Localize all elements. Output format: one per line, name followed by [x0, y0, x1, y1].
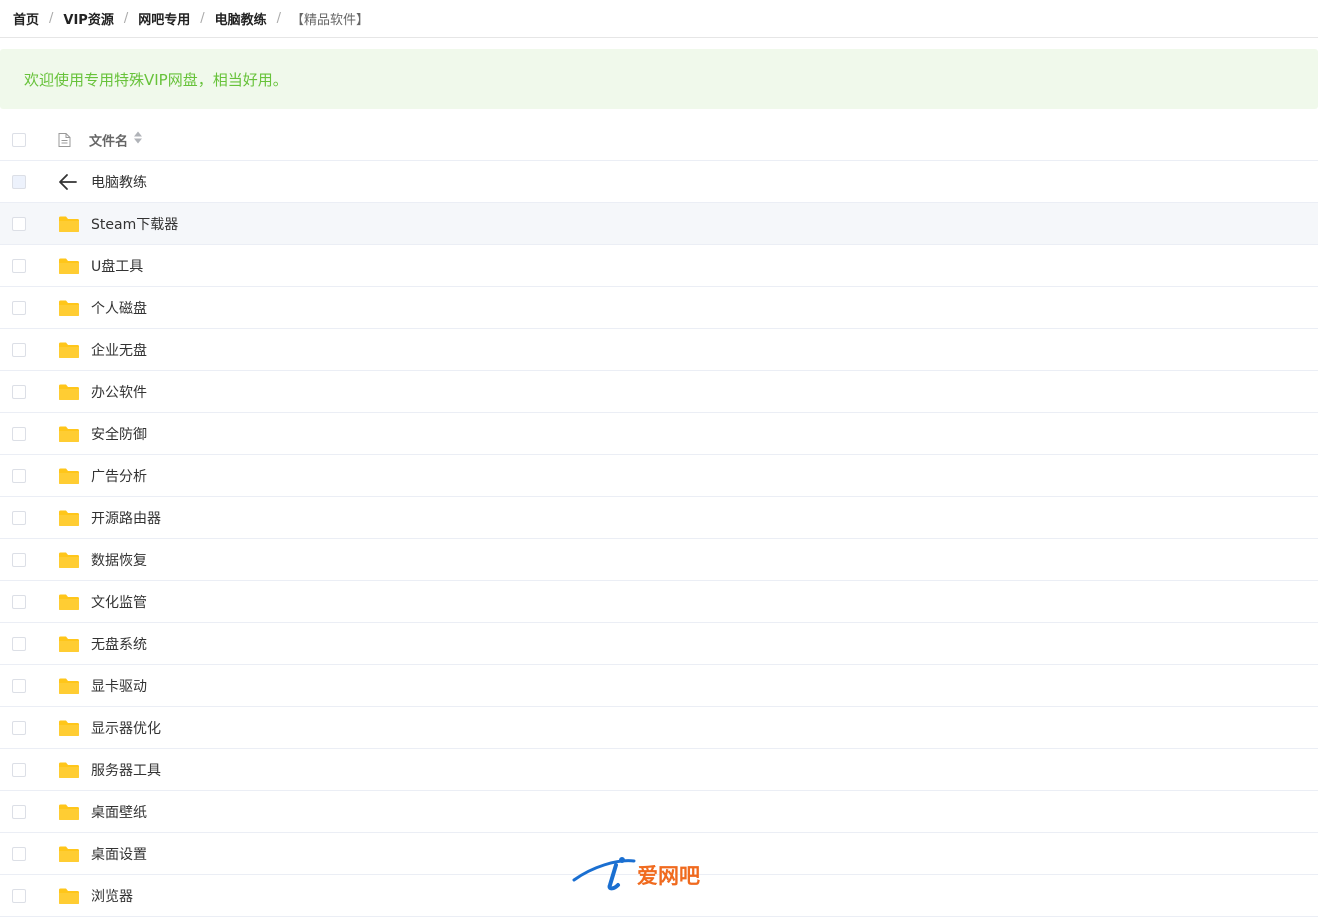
breadcrumb-separator: /: [200, 11, 205, 26]
folder-icon: [58, 509, 80, 527]
row-checkbox: [12, 174, 26, 189]
breadcrumb-separator: /: [49, 11, 54, 26]
folder-row[interactable]: 办公软件: [0, 371, 1318, 413]
folder-row[interactable]: 桌面壁纸: [0, 791, 1318, 833]
folder-name[interactable]: 桌面壁纸: [91, 802, 147, 822]
sort-icon[interactable]: [133, 131, 143, 149]
folder-icon: [58, 887, 80, 905]
folder-row[interactable]: 服务器工具: [0, 749, 1318, 791]
folder-name[interactable]: 办公软件: [91, 382, 147, 402]
folder-name[interactable]: 开源路由器: [91, 508, 161, 528]
row-checkbox[interactable]: [12, 426, 26, 441]
row-checkbox[interactable]: [12, 594, 26, 609]
arrow-left-icon[interactable]: [58, 173, 78, 191]
folder-row[interactable]: Steam下载器: [0, 203, 1318, 245]
folder-name[interactable]: 文化监管: [91, 592, 147, 612]
folder-row[interactable]: 开源路由器: [0, 497, 1318, 539]
folder-icon: [58, 299, 80, 317]
folder-row[interactable]: 显示器优化: [0, 707, 1318, 749]
folder-row[interactable]: 个人磁盘: [0, 287, 1318, 329]
folder-row[interactable]: 安全防御: [0, 413, 1318, 455]
back-row-label: 电脑教练: [91, 174, 147, 191]
row-checkbox[interactable]: [12, 846, 26, 861]
breadcrumb-separator: /: [123, 11, 129, 26]
folder-row[interactable]: U盘工具: [0, 245, 1318, 287]
row-checkbox[interactable]: [12, 510, 26, 525]
file-table: 文件名 电脑教练 Steam下载器 U盘工具个人磁盘企业无盘办公软件安全防御广告分…: [0, 119, 1318, 917]
filename-column-header[interactable]: 文件名: [89, 130, 143, 149]
folder-icon: [58, 551, 80, 569]
folder-icon: [58, 593, 80, 611]
welcome-alert: 欢迎使用专用特殊VIP网盘，相当好用。: [0, 49, 1318, 109]
breadcrumb-home[interactable]: 首页: [13, 9, 39, 28]
breadcrumb: 首页 / VIP资源 / 网吧专用 / 电脑教练 / 【精品软件】: [0, 0, 1318, 38]
folder-name[interactable]: 广告分析: [91, 466, 147, 486]
row-checkbox[interactable]: [12, 258, 26, 273]
row-checkbox[interactable]: [12, 888, 26, 903]
folder-name[interactable]: U盘工具: [91, 256, 143, 276]
breadcrumb-netcafe[interactable]: 网吧专用: [138, 9, 190, 28]
folder-name[interactable]: 显卡驱动: [91, 676, 147, 696]
row-checkbox[interactable]: [12, 762, 26, 777]
folder-row[interactable]: 企业无盘: [0, 329, 1318, 371]
folder-name[interactable]: Steam下载器: [91, 214, 178, 234]
row-checkbox[interactable]: [12, 342, 26, 357]
watermark-logo: 爱网吧: [572, 853, 752, 893]
folder-name[interactable]: 浏览器: [91, 886, 133, 906]
breadcrumb-vip[interactable]: VIP资源: [63, 9, 113, 28]
row-checkbox[interactable]: [12, 300, 26, 315]
folder-icon: [58, 677, 80, 695]
folder-icon: [58, 467, 80, 485]
folder-row[interactable]: 广告分析: [0, 455, 1318, 497]
filename-header-label: 文件名: [89, 134, 129, 149]
row-checkbox[interactable]: [12, 216, 26, 231]
folder-icon: [58, 761, 80, 779]
folder-name[interactable]: 个人磁盘: [91, 298, 147, 318]
folder-name[interactable]: 显示器优化: [91, 718, 161, 738]
row-checkbox[interactable]: [12, 384, 26, 399]
row-checkbox[interactable]: [12, 678, 26, 693]
folder-row[interactable]: 无盘系统: [0, 623, 1318, 665]
folder-name[interactable]: 服务器工具: [91, 760, 161, 780]
alert-text: 欢迎使用专用特殊VIP网盘，相当好用。: [24, 70, 288, 89]
breadcrumb-separator: /: [276, 11, 282, 26]
folder-name[interactable]: 桌面设置: [91, 844, 147, 864]
folder-icon: [58, 341, 80, 359]
folder-icon: [58, 635, 80, 653]
folder-name[interactable]: 数据恢复: [91, 550, 147, 570]
folder-row[interactable]: 显卡驱动: [0, 665, 1318, 707]
row-checkbox[interactable]: [12, 552, 26, 567]
folder-row[interactable]: 文化监管: [0, 581, 1318, 623]
back-row[interactable]: 电脑教练: [0, 161, 1318, 203]
folder-icon: [58, 383, 80, 401]
folder-name[interactable]: 无盘系统: [91, 634, 147, 654]
breadcrumb-pc-coach[interactable]: 电脑教练: [215, 9, 267, 28]
folder-icon: [58, 803, 80, 821]
folder-icon: [58, 845, 80, 863]
row-checkbox[interactable]: [12, 468, 26, 483]
folder-icon: [58, 257, 80, 275]
table-header: 文件名: [0, 119, 1318, 161]
watermark-text: 爱网吧: [637, 864, 700, 888]
folder-icon: [58, 425, 80, 443]
folder-name[interactable]: 企业无盘: [91, 340, 147, 360]
folder-icon: [58, 719, 80, 737]
folder-row[interactable]: 数据恢复: [0, 539, 1318, 581]
row-checkbox[interactable]: [12, 804, 26, 819]
folder-icon: [58, 215, 80, 233]
select-all-checkbox[interactable]: [12, 132, 26, 147]
row-checkbox[interactable]: [12, 720, 26, 735]
file-icon: [58, 132, 71, 147]
folder-name[interactable]: 安全防御: [91, 424, 147, 444]
row-checkbox[interactable]: [12, 636, 26, 651]
breadcrumb-current: 【精品软件】: [291, 13, 370, 28]
